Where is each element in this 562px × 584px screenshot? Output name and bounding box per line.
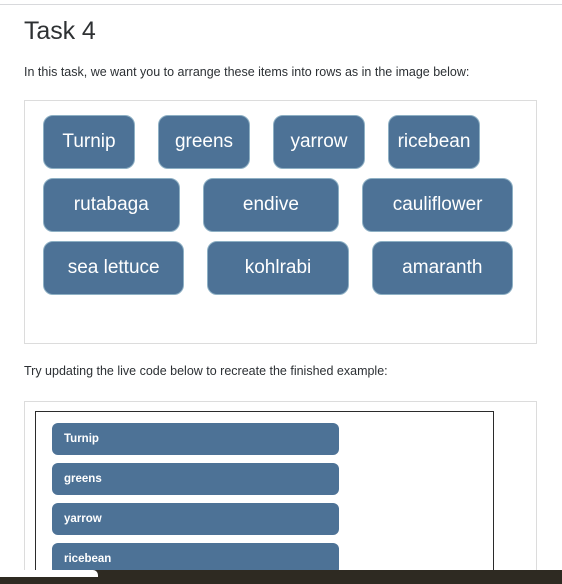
live-output-list: Turnip greens yarrow ricebean xyxy=(36,412,493,575)
example-row: Turnip greens yarrow ricebean xyxy=(25,114,536,169)
task-intro-text: In this task, we want you to arrange the… xyxy=(24,65,470,79)
example-item: ricebean xyxy=(388,114,480,169)
page-content: Task 4 In this task, we want you to arra… xyxy=(0,5,562,584)
example-item: kohlrabi xyxy=(207,240,349,295)
example-row: sea lettuce kohlrabi amaranth xyxy=(25,240,536,295)
example-item: amaranth xyxy=(371,240,513,295)
example-item: yarrow xyxy=(273,114,365,169)
list-item[interactable]: greens xyxy=(52,462,339,495)
example-item: Turnip xyxy=(43,114,135,169)
example-image-panel: Turnip greens yarrow ricebean rutabaga e… xyxy=(24,99,537,344)
live-code-panel[interactable]: Turnip greens yarrow ricebean xyxy=(24,400,537,584)
os-taskbar[interactable] xyxy=(0,570,562,584)
example-item: cauliflower xyxy=(362,177,513,232)
example-item: rutabaga xyxy=(43,177,180,232)
taskbar-window-tab[interactable] xyxy=(0,570,98,577)
example-row: rutabaga endive cauliflower xyxy=(25,177,536,232)
list-item[interactable]: yarrow xyxy=(52,502,339,535)
live-output-frame[interactable]: Turnip greens yarrow ricebean xyxy=(35,410,494,584)
example-item: sea lettuce xyxy=(43,240,185,295)
example-item: greens xyxy=(158,114,250,169)
example-item: endive xyxy=(202,177,340,232)
list-item[interactable]: Turnip xyxy=(52,422,339,455)
page-title: Task 4 xyxy=(24,17,96,45)
live-code-note-text: Try updating the live code below to recr… xyxy=(24,363,388,378)
page-root: Task 4 In this task, we want you to arra… xyxy=(0,0,562,584)
